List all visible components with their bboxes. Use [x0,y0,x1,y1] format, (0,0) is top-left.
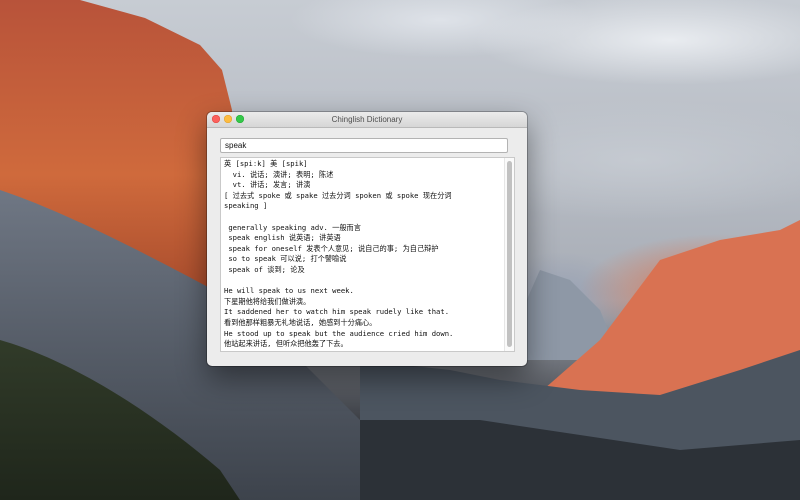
result-scrollbar[interactable] [504,158,514,351]
definition-line: 英 [spiːk] 美 [spik] [224,159,308,168]
window-title: Chinglish Dictionary [331,115,403,124]
search-input[interactable] [220,138,508,153]
definition-line: 下星期他将给我们做讲演。 [224,296,311,306]
definition-line [224,212,500,223]
definition-line: He stood up to speak but the audience cr… [224,328,454,338]
definition-line: [ 过去式 spoke 或 spake 过去分词 spoken 或 spoke … [224,190,452,200]
dictionary-window: Chinglish Dictionary 英 [spiːk] 美 [spik] … [207,112,527,366]
definition-line: speak of 谈到; 论及 [224,264,305,274]
definition-line: speak english 说英语; 讲英语 [224,233,341,243]
definition-line: 看到他那样粗暴无礼地说话, 她感到十分痛心。 [224,317,377,327]
definition-line: so to speak 可以说; 打个譬喻说 [224,254,347,264]
definition-line: 他站起来讲话, 但听众把他轰了下去。 [224,339,348,349]
definition-line: vt. 讲话; 发言; 讲演 [224,180,311,190]
definition-line: He will speak to us next week. [224,286,354,296]
window-titlebar[interactable]: Chinglish Dictionary [207,112,527,128]
scrollbar-thumb[interactable] [507,161,512,347]
definition-line: It saddened her to watch him speak rudel… [224,307,450,317]
definition-line: speaking ] [224,201,268,211]
definition-line: vi. 说话; 演讲; 表明; 陈述 [224,169,334,179]
definition-line [224,276,500,287]
result-panel[interactable]: 英 [spiːk] 美 [spik] vi. 说话; 演讲; 表明; 陈述 vt… [220,157,515,352]
definition-line: generally speaking adv. 一般而言 [224,222,361,232]
definition-text: 英 [spiːk] 美 [spik] vi. 说话; 演讲; 表明; 陈述 vt… [224,159,500,350]
definition-line: speak for oneself 发表个人意见; 说自己的事; 为自己辩护 [224,243,439,253]
